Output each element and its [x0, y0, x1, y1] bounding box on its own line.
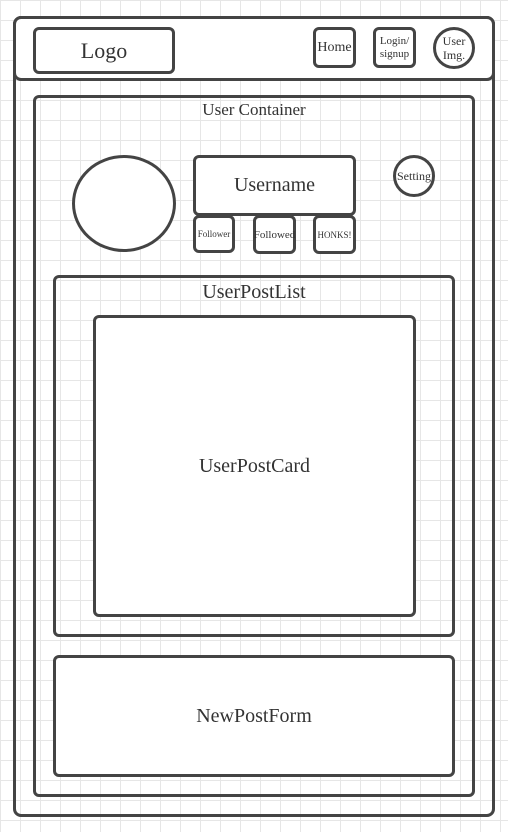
user-container-title: User Container: [202, 100, 306, 119]
follower-button[interactable]: Follower: [193, 215, 235, 253]
signup-label: signup: [379, 47, 410, 60]
user-post-list-title: UserPostList: [202, 281, 306, 303]
login-label: Login/: [379, 34, 410, 47]
username-box: Username: [193, 155, 356, 216]
new-post-form-label: NewPostForm: [196, 704, 312, 727]
home-button[interactable]: Home: [313, 27, 356, 68]
logo-label: Logo: [80, 37, 128, 63]
honks-label: HONKS!: [317, 229, 352, 240]
user-img-label-2: Img.: [442, 48, 466, 62]
logo[interactable]: Logo: [33, 27, 175, 74]
followed-button[interactable]: Followed: [253, 215, 296, 254]
new-post-form[interactable]: NewPostForm: [53, 655, 455, 777]
user-img-label-1: User: [442, 34, 466, 48]
home-label: Home: [317, 39, 352, 55]
login-signup-button[interactable]: Login/ signup: [373, 27, 416, 68]
user-img-avatar[interactable]: User Img.: [433, 27, 475, 69]
follower-label: Follower: [197, 229, 231, 239]
user-post-card-label: UserPostCard: [198, 454, 311, 477]
profile-avatar: [72, 155, 176, 252]
user-post-card[interactable]: UserPostCard: [93, 315, 416, 617]
setting-button[interactable]: Setting: [393, 155, 435, 197]
setting-label: Setting: [396, 168, 431, 183]
honks-button[interactable]: HONKS!: [313, 215, 356, 254]
followed-label: Followed: [253, 228, 296, 241]
username-label: Username: [233, 174, 316, 196]
